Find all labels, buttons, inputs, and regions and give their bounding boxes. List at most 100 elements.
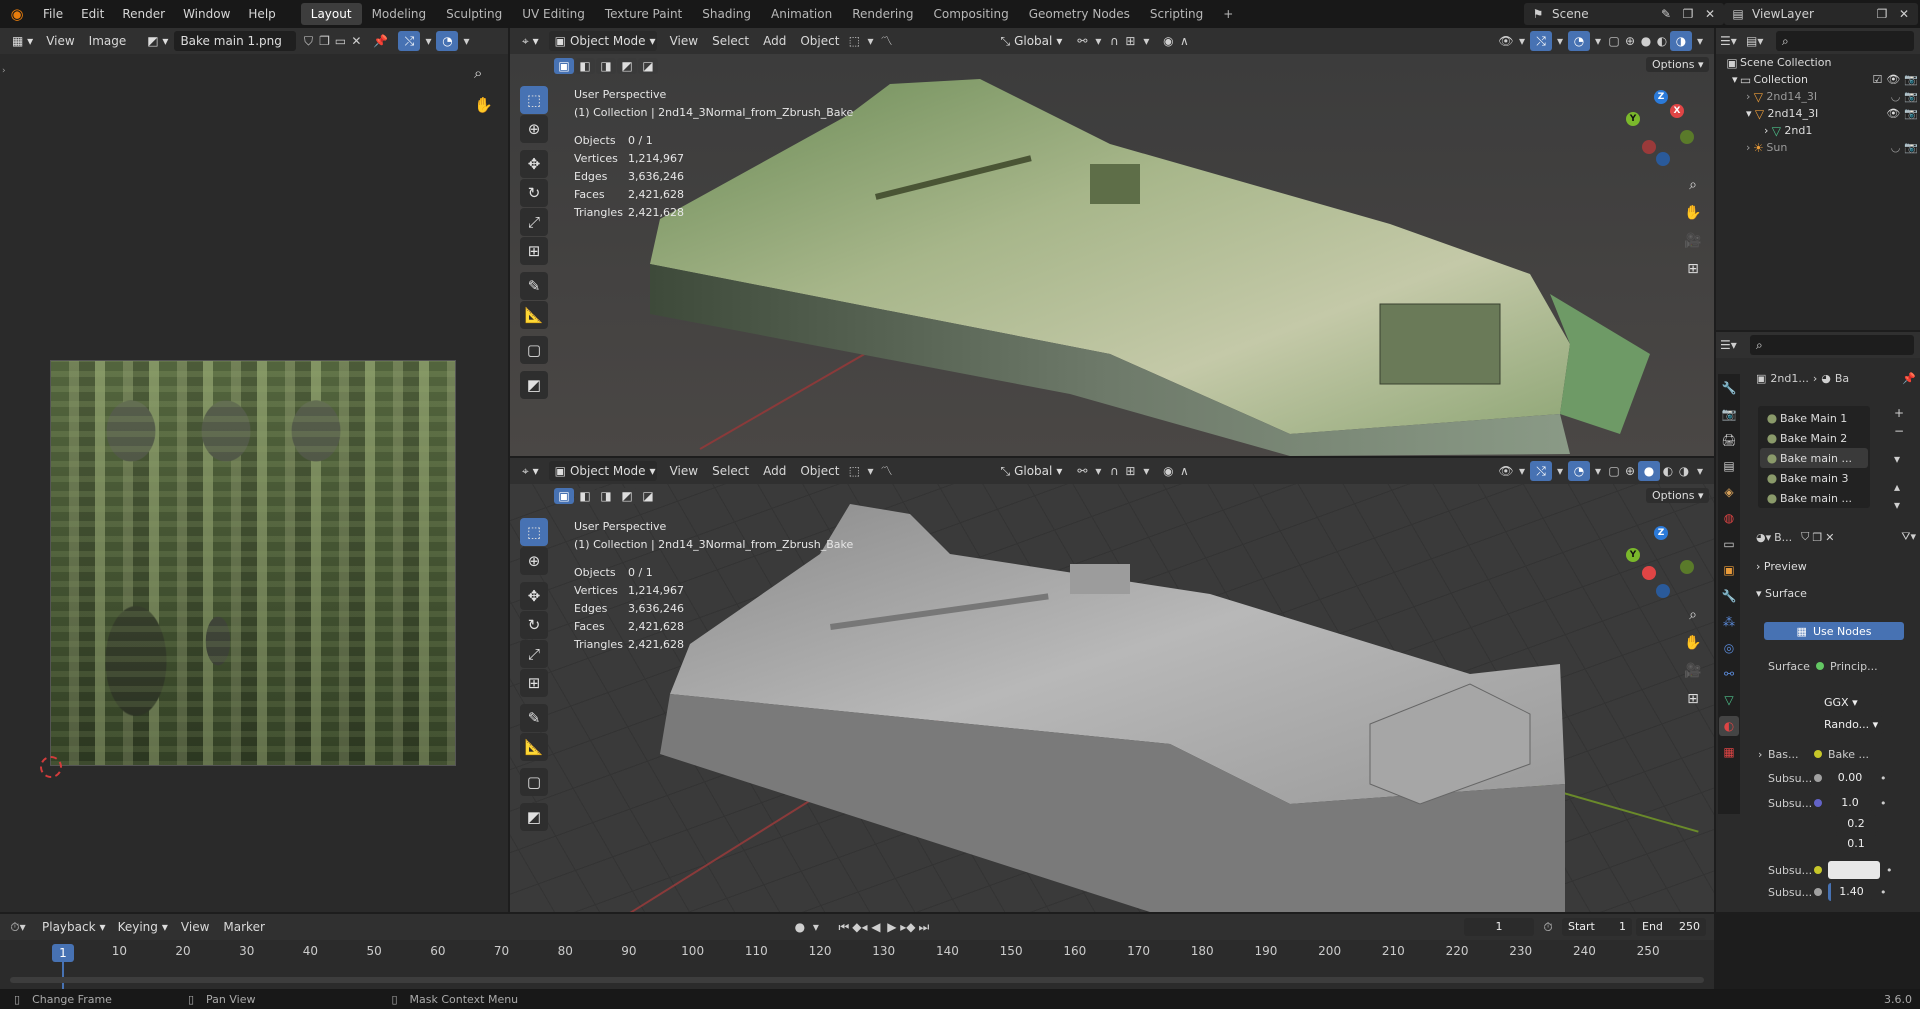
use-nodes-button[interactable]: ▦ Use Nodes: [1764, 622, 1904, 640]
eye-icon[interactable]: 👁: [1886, 105, 1900, 122]
record-icon[interactable]: ●: [792, 919, 808, 935]
material-tab-icon[interactable]: ◐: [1719, 716, 1739, 736]
navigation-gizmo[interactable]: Z Y: [1626, 526, 1696, 598]
next-keyframe-icon[interactable]: ▸◆: [900, 919, 916, 935]
gizmo-neg-z[interactable]: [1656, 152, 1670, 166]
editor-type-icon[interactable]: ⏱▾: [10, 919, 26, 935]
measure-tool-icon[interactable]: 📐: [520, 733, 548, 761]
color-socket-icon[interactable]: [1814, 866, 1822, 874]
output-tab-icon[interactable]: 🖨: [1719, 430, 1739, 450]
value-socket-icon[interactable]: [1814, 888, 1822, 896]
outliner-item[interactable]: › ▽ 2nd1: [1724, 122, 1918, 139]
shader-socket-icon[interactable]: [1816, 662, 1824, 670]
tab-rendering[interactable]: Rendering: [842, 3, 923, 25]
transform-orientation-dropdown[interactable]: ⤡ Global ▾: [994, 461, 1068, 481]
chevron-down-icon[interactable]: ▾: [1590, 463, 1606, 479]
duplicate-icon[interactable]: ❐: [1812, 531, 1822, 544]
material-slot-selected[interactable]: ● Bake main ...: [1760, 448, 1868, 468]
value-socket-icon[interactable]: [1814, 774, 1822, 782]
chevron-down-icon[interactable]: ▾: [1894, 452, 1904, 466]
tab-modeling[interactable]: Modeling: [362, 3, 437, 25]
copy-layer-icon[interactable]: ❐: [1874, 6, 1890, 22]
chevron-down-icon[interactable]: ▾: [1138, 463, 1154, 479]
viewport-bottom-area[interactable]: ⌖ ▾ ▣ Object Mode ▾ View Select Add Objec…: [510, 458, 1714, 912]
chevron-down-icon[interactable]: ▾: [1590, 33, 1606, 49]
gizmo-toggle-icon[interactable]: ⤭: [1530, 461, 1552, 481]
uv-sync-icon[interactable]: ⤭: [398, 31, 421, 51]
camera-icon[interactable]: 🎥: [1680, 228, 1706, 254]
end-frame-field[interactable]: End 250: [1636, 918, 1706, 936]
outliner-scene-collection[interactable]: ▣ Scene Collection: [1724, 54, 1918, 71]
gizmo-neg-x[interactable]: [1642, 140, 1656, 154]
distribution-dropdown[interactable]: GGX ▾: [1816, 694, 1884, 712]
add-cube-tool-icon[interactable]: ▢: [520, 768, 548, 796]
shading-solid-icon[interactable]: ●: [1638, 461, 1660, 481]
chevron-down-icon[interactable]: ▾: [808, 919, 824, 935]
select-box-tool-icon[interactable]: ⬚: [520, 518, 548, 546]
pin-icon[interactable]: ✎: [1658, 6, 1674, 22]
subsurface-color-swatch[interactable]: [1828, 861, 1880, 879]
shading-rendered-icon[interactable]: ◑: [1670, 31, 1692, 51]
keying-dropdown[interactable]: Keying ▾: [112, 917, 174, 937]
view-layer-tab-icon[interactable]: ▤: [1719, 456, 1739, 476]
tab-texture-paint[interactable]: Texture Paint: [595, 3, 692, 25]
image-name-field[interactable]: Bake main 1.png: [174, 31, 297, 51]
image-menu-view[interactable]: View: [39, 31, 81, 51]
shading-rendered-icon[interactable]: ◑: [1676, 463, 1692, 479]
world-tab-icon[interactable]: ◍: [1719, 508, 1739, 528]
transform-tool-icon[interactable]: ⊞: [520, 237, 548, 265]
chevron-down-icon[interactable]: ▾: [1692, 463, 1708, 479]
select-extend-icon[interactable]: ◧: [575, 58, 595, 74]
overlay-toggle-icon[interactable]: ◔: [1568, 31, 1590, 51]
shader-field[interactable]: Princip...: [1830, 660, 1878, 673]
link-icon[interactable]: ⛛▾: [1901, 530, 1916, 544]
pin-icon[interactable]: 📌: [372, 33, 388, 49]
unlink-icon[interactable]: ✕: [348, 33, 364, 49]
timeline-scrollbar[interactable]: [10, 977, 1704, 983]
editor-type-dropdown[interactable]: ⌖ ▾: [516, 461, 545, 481]
constraints-tab-icon[interactable]: ⚯: [1719, 664, 1739, 684]
camera-icon[interactable]: 📷: [1904, 105, 1918, 122]
close-icon[interactable]: ✕: [1702, 6, 1718, 22]
properties-search-input[interactable]: ⌕: [1750, 335, 1914, 355]
viewport-menu-select[interactable]: Select: [705, 461, 756, 481]
jump-end-icon[interactable]: ⏭: [916, 919, 932, 935]
select-intersect-icon[interactable]: ◪: [638, 58, 658, 74]
render-tab-icon[interactable]: 📷: [1719, 404, 1739, 424]
transform-tool-icon[interactable]: ⊞: [520, 669, 548, 697]
select-invert-icon[interactable]: ◩: [617, 488, 637, 504]
tab-animation[interactable]: Animation: [761, 3, 842, 25]
color-socket-icon[interactable]: [1814, 750, 1822, 758]
timeline-menu-marker[interactable]: Marker: [216, 917, 271, 937]
material-slot[interactable]: ● Bake main ...: [1760, 488, 1868, 508]
close-icon[interactable]: ✕: [1825, 531, 1834, 544]
move-tool-icon[interactable]: ✥: [520, 150, 548, 178]
pin-icon[interactable]: 📌: [1902, 372, 1916, 385]
grid-perspective-icon[interactable]: ⊞: [1680, 256, 1706, 282]
select-subtract-icon[interactable]: ◨: [596, 58, 616, 74]
scale-tool-icon[interactable]: ⤢: [520, 208, 548, 236]
cursor-tool-icon[interactable]: ⊕: [520, 115, 548, 143]
timeline-menu-view[interactable]: View: [174, 917, 216, 937]
falloff-icon[interactable]: ∧: [1176, 33, 1192, 49]
select-new-icon[interactable]: ▣: [554, 58, 574, 74]
pan-hand-icon[interactable]: ✋: [1680, 200, 1706, 226]
preview-panel-header[interactable]: › Preview: [1756, 560, 1920, 573]
tool-tab-icon[interactable]: 🔧: [1719, 378, 1739, 398]
data-tab-icon[interactable]: ▽: [1719, 690, 1739, 710]
xray-icon[interactable]: ▢: [1606, 463, 1622, 479]
outliner-item[interactable]: ▾ ▽ 2nd14_3I 👁 📷: [1724, 105, 1918, 122]
subsurface-field[interactable]: 0.00: [1828, 769, 1872, 787]
menu-window[interactable]: Window: [174, 0, 239, 28]
tab-scripting[interactable]: Scripting: [1140, 3, 1213, 25]
zoom-icon[interactable]: ⌕: [1680, 602, 1706, 628]
snap-target-icon[interactable]: ⬚: [846, 463, 862, 479]
move-tool-icon[interactable]: ✥: [520, 582, 548, 610]
chevron-down-icon[interactable]: ▾: [862, 33, 878, 49]
play-reverse-icon[interactable]: ◀: [868, 919, 884, 935]
rotate-tool-icon[interactable]: ↻: [520, 179, 548, 207]
add-cube-tool-icon[interactable]: ▢: [520, 336, 548, 364]
gizmo-neg-z[interactable]: [1656, 584, 1670, 598]
chevron-down-icon[interactable]: ▾: [420, 33, 436, 49]
tab-compositing[interactable]: Compositing: [923, 3, 1018, 25]
